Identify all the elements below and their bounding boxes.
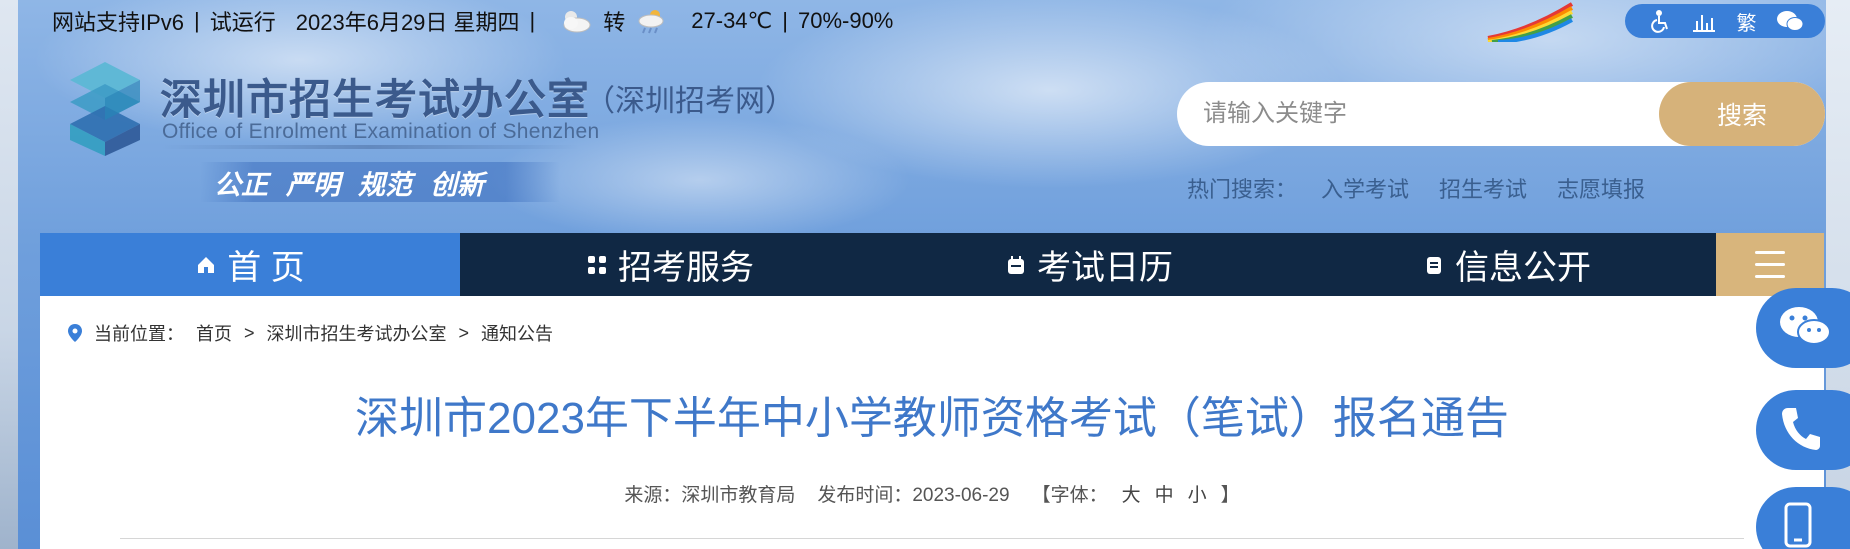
breadcrumb: 当前位置： 首页 > 深圳市招生考试办公室 > 通知公告 [68,320,553,346]
article-publish-date: 发布时间：2023-06-29 [817,485,1010,506]
temperature-text: 27-34℃ [691,8,773,33]
search-input[interactable] [1177,84,1647,144]
rain-weather-icon [635,7,669,35]
breadcrumb-separator: > [458,322,470,343]
mobile-float-button[interactable] [1756,487,1850,549]
nav-item-disclosure[interactable]: 信息公开 [1298,233,1716,296]
grid-icon [586,254,608,276]
home-icon [195,254,217,276]
hamburger-icon [1755,251,1785,254]
hot-search-link[interactable]: 志愿填报 [1557,172,1645,204]
breadcrumb-notice-link[interactable]: 通知公告 [481,320,553,346]
traditional-chinese-toggle[interactable]: 繁 [1731,6,1763,36]
motto-word: 公正 [214,169,268,200]
font-size-small[interactable]: 小 [1188,480,1207,507]
breadcrumb-separator: > [244,322,255,343]
calendar-icon [1005,254,1027,276]
weather-transition-text: 转 [603,10,626,35]
font-size-large[interactable]: 大 [1122,480,1141,507]
document-icon [1423,254,1445,276]
breadcrumb-label: 当前位置： [94,324,184,344]
font-size-label-close: 】 [1220,485,1240,506]
rainbow-emblem-logo [1480,0,1580,44]
phone-float-button[interactable] [1756,390,1850,470]
phone-icon [1778,404,1822,457]
wechat-icon[interactable] [1774,6,1806,36]
font-size-selector: 【字体： 大 中 小 】 [1032,480,1240,507]
font-size-medium[interactable]: 中 [1155,480,1174,507]
search-button[interactable]: 搜索 [1659,82,1825,146]
humidity-text: 70%-90% [797,8,894,33]
office-logo-icon [60,60,150,156]
nav-item-label: 首 页 [227,249,305,287]
cloudy-weather-icon [559,7,593,35]
motto-banner: 公正 严明 规范 创新 [200,162,560,202]
accessibility-toolbar: 繁 [1625,4,1825,38]
trial-text: 试运行 [209,10,276,35]
motto-word: 规范 [358,169,412,200]
main-navigation: 首 页 招考服务 考试日历 信息公开 [40,233,1824,296]
separator: | [529,8,536,33]
article-title: 深圳市2023年下半年中小学教师资格考试（笔试）报名通告 [355,394,1509,443]
location-pin-icon [68,324,82,342]
top-info-bar: 网站支持IPv6 | 试运行 2023年6月29日 星期四 | 转 27-34℃… [52,6,893,36]
office-name-title: 深圳市招生考试办公室 [160,76,591,123]
menu-toggle-button[interactable] [1716,233,1824,296]
nav-item-calendar[interactable]: 考试日历 [880,233,1298,296]
nav-item-label: 招考服务 [618,249,754,287]
breadcrumb-office-link[interactable]: 深圳市招生考试办公室 [267,320,447,346]
mobile-phone-icon [1778,500,1818,549]
article-source: 来源：深圳市教育局 [624,485,796,506]
logo-underline-divider [160,145,580,149]
ipv6-text: 网站支持IPv6 [52,10,185,35]
wechat-float-button[interactable] [1756,288,1850,368]
search-box: 搜索 [1177,82,1825,146]
font-size-label-open: 【字体： [1031,485,1108,506]
wheelchair-icon[interactable] [1645,6,1677,36]
motto-word: 创新 [430,169,484,200]
content-divider [120,538,1744,539]
office-site-subtitle: （深圳招考网） [585,85,795,118]
nav-item-services[interactable]: 招考服务 [460,233,880,296]
wechat-icon [1778,304,1832,353]
article-content: 当前位置： 首页 > 深圳市招生考试办公室 > 通知公告 深圳市2023年下半年… [40,296,1824,549]
motto-word: 严明 [286,169,340,200]
bar-chart-icon[interactable] [1688,6,1720,36]
hot-search-link[interactable]: 招生考试 [1439,172,1527,204]
breadcrumb-home-link[interactable]: 首页 [196,320,232,346]
hot-search-label: 热门搜索： [1187,177,1298,202]
left-edge-strip [0,0,18,549]
hot-search-link[interactable]: 入学考试 [1321,172,1409,204]
hot-search-links: 热门搜索： 入学考试 招生考试 志愿填报 [1187,172,1645,204]
separator: | [782,8,788,33]
office-english-name: Office of Enrolment Examination of Shenz… [162,120,600,143]
article-meta: 来源：深圳市教育局 发布时间：2023-06-29 【字体： 大 中 小 】 [40,480,1824,507]
nav-item-home[interactable]: 首 页 [40,233,460,296]
separator: | [194,8,200,33]
nav-item-label: 信息公开 [1455,249,1591,287]
date-text: 2023年6月29日 星期四 [295,10,520,35]
nav-item-label: 考试日历 [1037,249,1173,287]
